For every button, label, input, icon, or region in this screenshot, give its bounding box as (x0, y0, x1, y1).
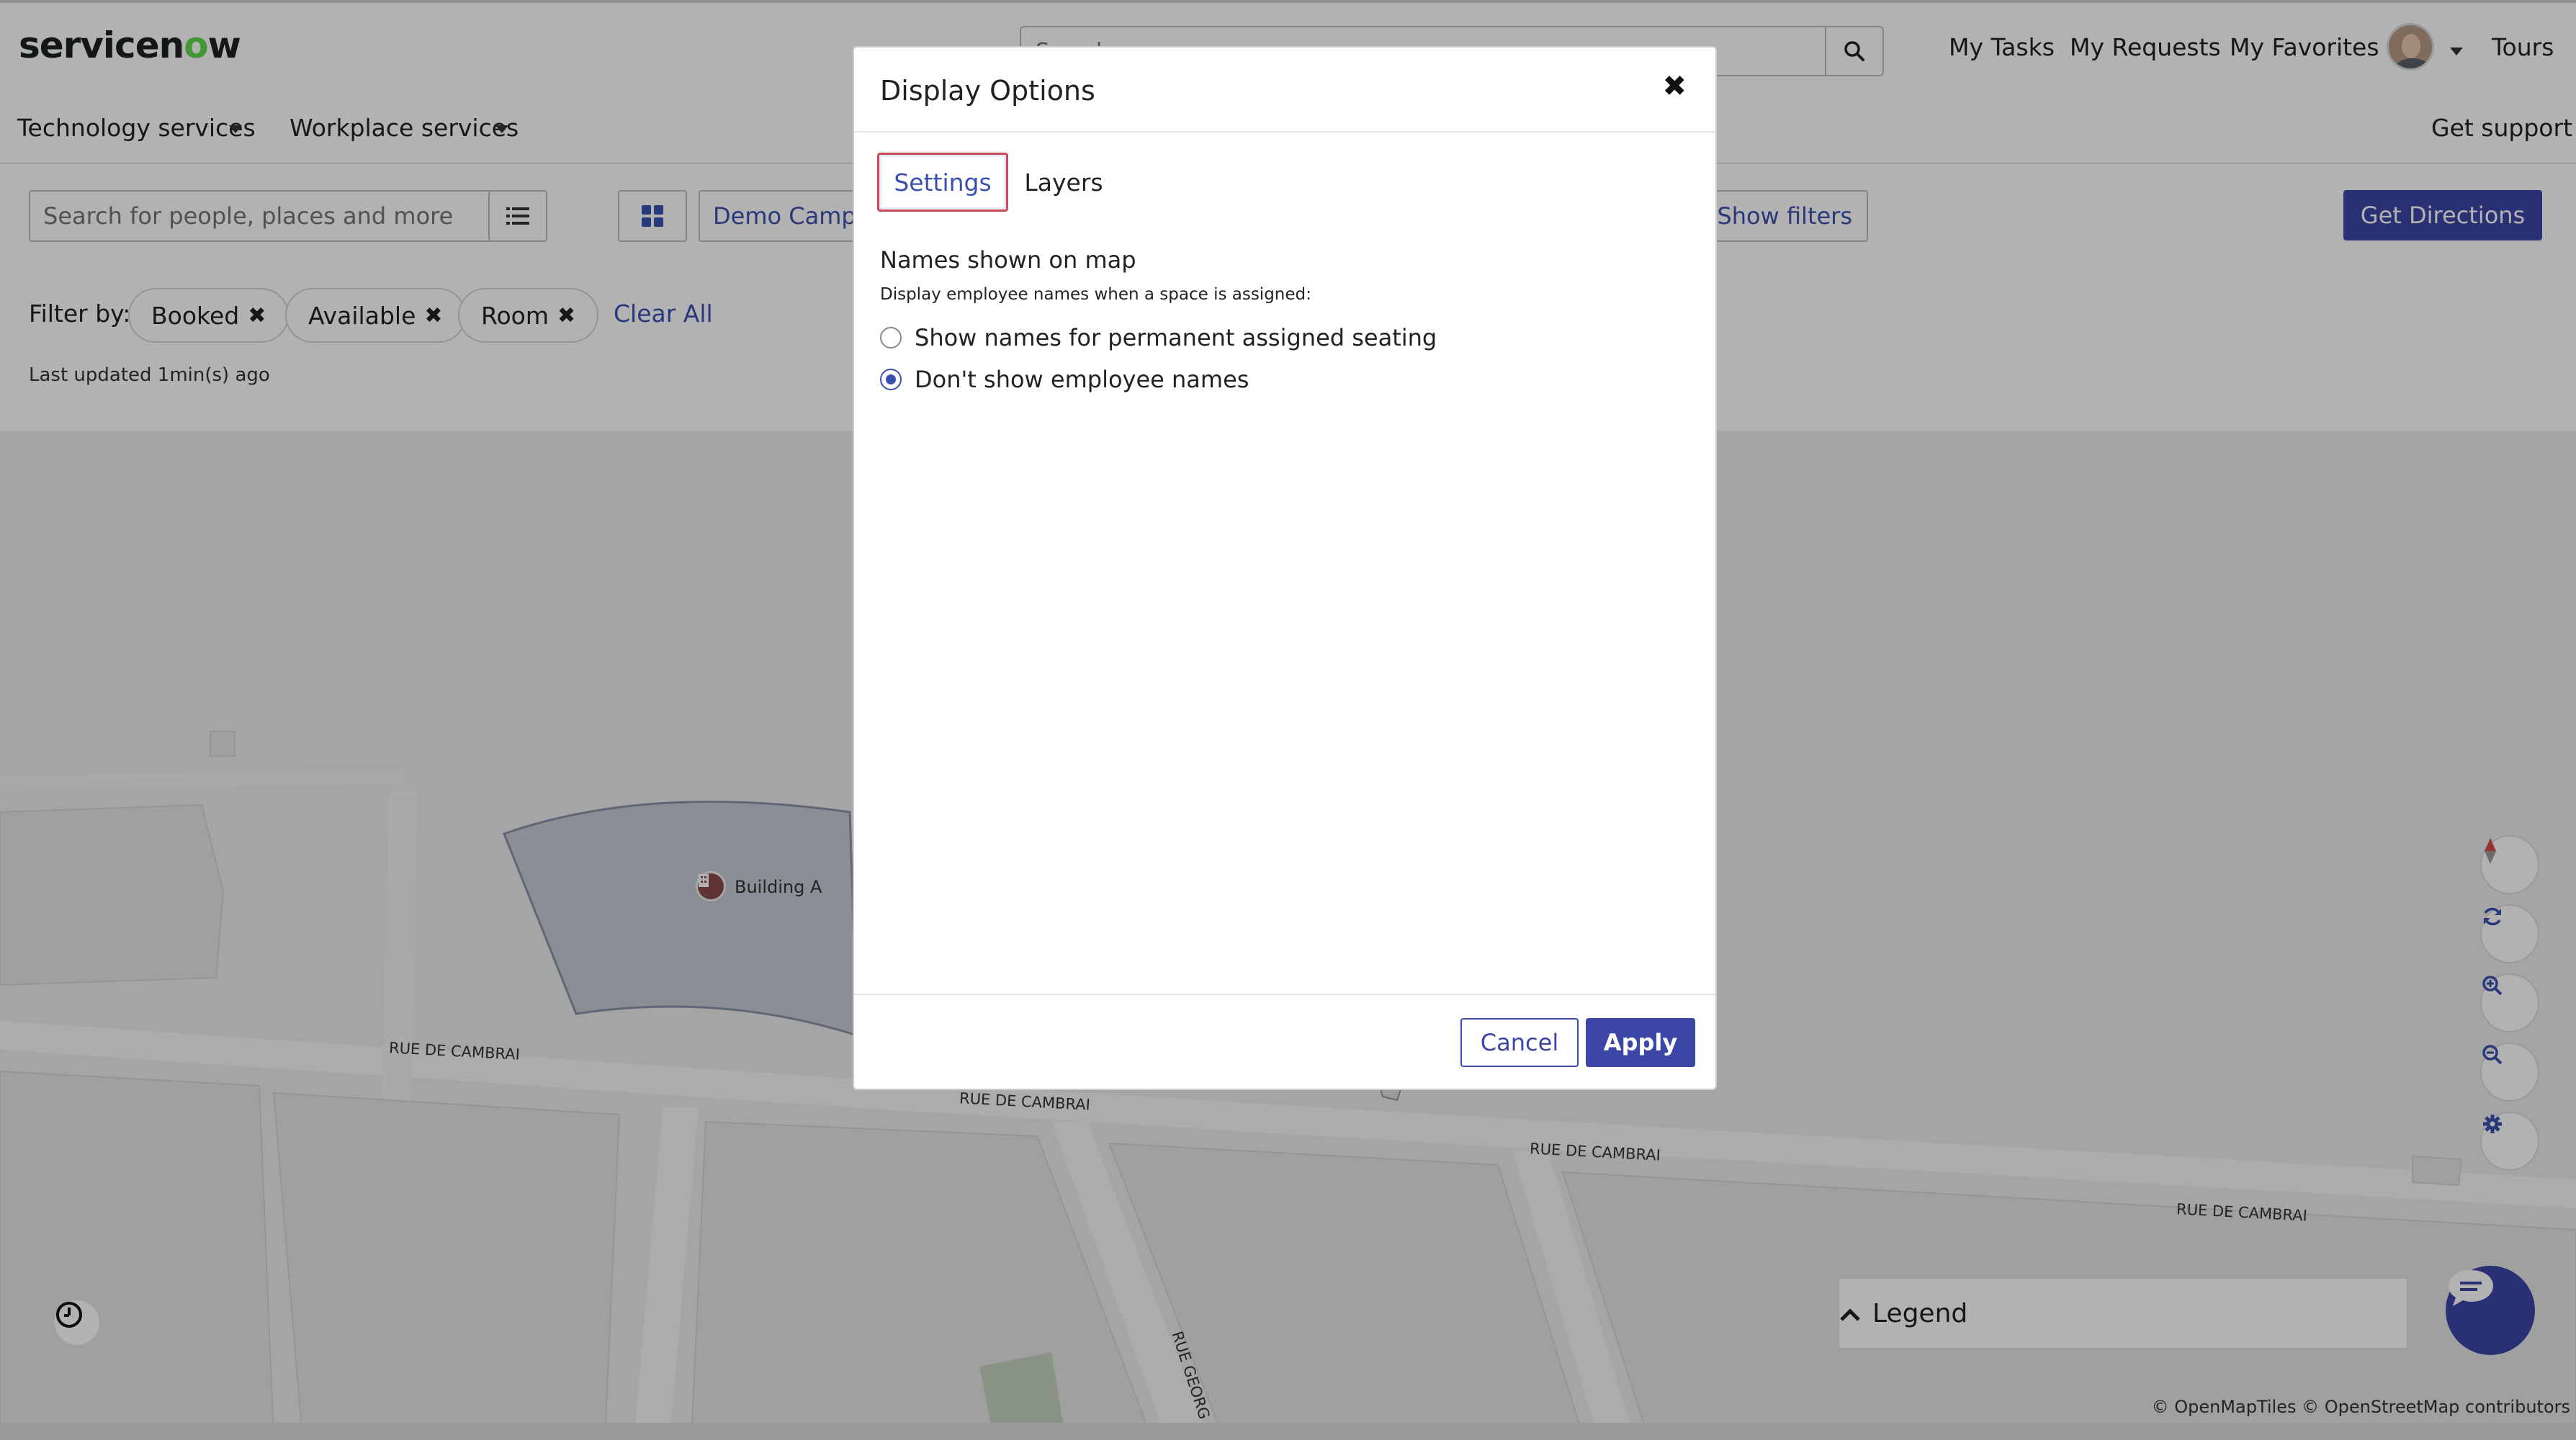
radio-show-names[interactable] (880, 327, 902, 348)
section-description: Display employee names when a space is a… (880, 285, 1311, 304)
option-label: Don't show employee names (915, 366, 1249, 393)
section-title: Names shown on map (880, 246, 1136, 274)
apply-button[interactable]: Apply (1586, 1018, 1695, 1067)
radio-hide-names[interactable] (880, 369, 902, 390)
tab-settings[interactable]: Settings (877, 153, 1008, 212)
dialog-title: Display Options (880, 75, 1095, 107)
dialog-header: Display Options ✖ (854, 48, 1715, 132)
display-options-dialog: Display Options ✖ Settings Layers Names … (853, 46, 1717, 1090)
option-hide-names[interactable]: Don't show employee names (880, 366, 1249, 393)
option-show-names[interactable]: Show names for permanent assigned seatin… (880, 324, 1437, 351)
close-icon[interactable]: ✖ (1662, 72, 1687, 101)
dialog-footer: Cancel Apply (854, 994, 1715, 1089)
cancel-button[interactable]: Cancel (1460, 1018, 1579, 1067)
tab-layers[interactable]: Layers (1010, 153, 1118, 212)
option-label: Show names for permanent assigned seatin… (915, 324, 1437, 351)
